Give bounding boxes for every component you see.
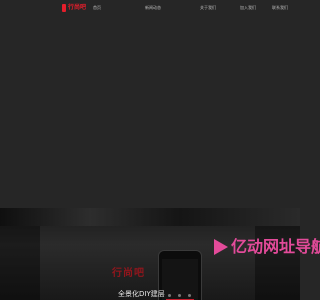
prev-icon: [168, 294, 171, 297]
hero-top-band: [0, 208, 300, 226]
play-icon: [178, 294, 181, 297]
next-icon: [188, 294, 191, 297]
watermark-text: 亿动网址导航: [231, 237, 320, 256]
nav-item-contact[interactable]: 联系我们: [272, 5, 288, 11]
logo-icon: [62, 4, 66, 12]
hero-subtitle: 全景化DIY建层: [118, 290, 165, 298]
phone-screen: [162, 259, 198, 300]
logo-text: 行尚吧: [68, 4, 87, 11]
nav-item-join[interactable]: 加入我们: [240, 5, 256, 11]
top-nav: 行尚吧 首页 新闻动态 关于我们 加入我们 联系我们: [0, 0, 300, 16]
hero-shade-left: [0, 226, 40, 300]
watermark: 亿动网址导航: [214, 238, 320, 256]
nav-item-about[interactable]: 关于我们: [200, 5, 216, 11]
watermark-logo-icon: [214, 239, 228, 255]
nav-item-home[interactable]: 首页: [93, 5, 101, 11]
nav-item-news[interactable]: 新闻动态: [145, 5, 161, 11]
site-logo[interactable]: 行尚吧: [62, 4, 86, 12]
